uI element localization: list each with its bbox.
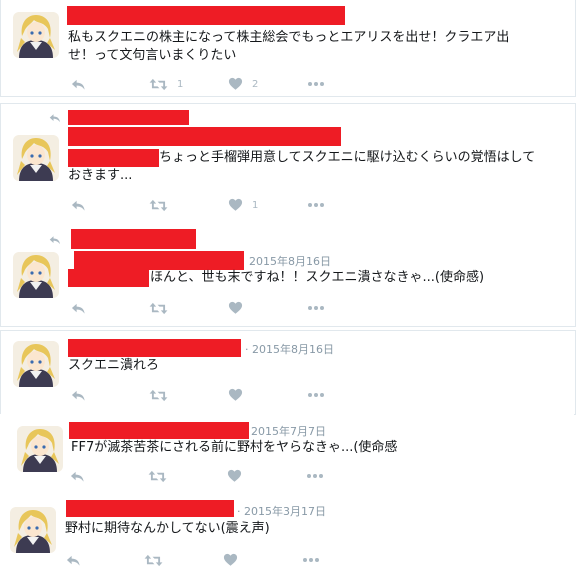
more-icon xyxy=(307,202,325,208)
tweet-text: ほんと、世も末ですね！！スクエニ潰さなきゃ...(使命感) xyxy=(68,269,484,287)
reply-button[interactable] xyxy=(71,197,86,213)
redacted-username xyxy=(68,127,341,146)
retweet-icon xyxy=(149,77,168,92)
tweet-actions xyxy=(70,468,330,484)
more-icon xyxy=(302,557,320,563)
tweet-actions: 1 2 xyxy=(71,76,331,92)
redacted-username xyxy=(71,229,196,249)
retweet-button[interactable] xyxy=(144,552,172,568)
tweet-text: 私もスクエニの株主になって株主総会でもっとエアリスを出せ！クラエア出 せ！って文… xyxy=(68,29,509,65)
tweet-text: FF7が滅茶苦茶にされる前に野村をヤらなきゃ...(使命感 xyxy=(71,439,397,457)
tweet-actions: 1 xyxy=(71,197,331,213)
like-button[interactable] xyxy=(228,387,252,403)
tweet-card[interactable]: · 2015年8月16日 スクエニ潰れろ xyxy=(0,330,576,415)
tweet-text: 野村に期待なんかしてない(震え声) xyxy=(65,520,270,538)
avatar[interactable] xyxy=(17,426,63,472)
more-icon xyxy=(306,473,324,479)
tweet-text-line: おきます... xyxy=(68,168,133,183)
avatar[interactable] xyxy=(13,252,59,298)
reply-indicator-icon xyxy=(48,112,62,124)
avatar[interactable] xyxy=(10,507,56,553)
more-icon xyxy=(307,392,325,398)
retweet-button[interactable] xyxy=(149,300,177,316)
redacted-username xyxy=(68,110,189,125)
reply-icon xyxy=(71,301,86,316)
reply-icon xyxy=(71,198,86,213)
retweet-icon xyxy=(148,469,167,484)
like-button[interactable]: 2 xyxy=(228,76,258,92)
retweet-button[interactable] xyxy=(149,387,177,403)
redacted-username xyxy=(68,339,241,357)
like-button[interactable] xyxy=(228,300,252,316)
tweet-text: ちょっと手榴弾用意してスクエニに駆け込むくらいの覚悟はして おきます... xyxy=(68,149,535,185)
tweet-date[interactable]: 2015年7月7日 xyxy=(251,423,326,439)
tweet-actions xyxy=(71,387,331,403)
avatar[interactable] xyxy=(13,135,59,181)
tweet-card[interactable]: · 2015年3月17日 野村に期待なんかしてない(震え声) xyxy=(0,496,574,582)
retweet-icon xyxy=(144,553,163,568)
tweet-text-line: 野村に期待なんかしてない(震え声) xyxy=(65,521,270,536)
retweet-button[interactable]: 1 xyxy=(149,76,183,92)
redacted-username xyxy=(67,6,345,25)
more-icon xyxy=(307,81,325,87)
retweet-icon xyxy=(149,198,168,213)
reply-button[interactable] xyxy=(70,468,85,484)
like-icon xyxy=(227,469,242,483)
more-button[interactable] xyxy=(307,300,325,316)
tweet-card[interactable]: 私もスクエニの株主になって株主総会でもっとエアリスを出せ！クラエア出 せ！って文… xyxy=(0,0,576,97)
retweet-count: 1 xyxy=(177,78,184,90)
reply-icon xyxy=(71,388,86,403)
more-button[interactable] xyxy=(306,468,324,484)
tweet-date[interactable]: · 2015年3月17日 xyxy=(237,503,326,519)
like-button[interactable] xyxy=(227,468,251,484)
tweet-actions xyxy=(66,552,326,568)
like-button[interactable] xyxy=(223,552,247,568)
tweet-text-line: ちょっと手榴弾用意してスクエニに駆け込むくらいの覚悟はして xyxy=(159,150,536,165)
tweet-date[interactable]: · 2015年8月16日 xyxy=(245,341,334,357)
tweet-text-line: FF7が滅茶苦茶にされる前に野村をヤらなきゃ...(使命感 xyxy=(71,440,398,455)
tweet-text-line: スクエニ潰れろ xyxy=(68,358,160,373)
reply-button[interactable] xyxy=(71,76,86,92)
more-button[interactable] xyxy=(302,552,320,568)
retweet-button[interactable] xyxy=(149,197,177,213)
avatar[interactable] xyxy=(13,12,59,58)
more-button[interactable] xyxy=(307,197,325,213)
like-icon xyxy=(228,77,243,91)
reply-icon xyxy=(70,469,85,484)
redacted-username xyxy=(66,500,234,517)
more-button[interactable] xyxy=(307,76,325,92)
like-icon xyxy=(223,553,238,567)
avatar[interactable] xyxy=(13,341,59,387)
like-icon xyxy=(228,301,243,315)
like-icon xyxy=(228,198,243,212)
redacted-username xyxy=(69,422,249,439)
tweet-text: スクエニ潰れろ xyxy=(68,357,159,375)
reply-button[interactable] xyxy=(66,552,81,568)
like-count: 2 xyxy=(252,78,259,90)
tweet-text-line: せ！って文句言いまくりたい xyxy=(68,48,237,63)
tweet-card[interactable]: 2015年7月7日 FF7が滅茶苦茶にされる前に野村をヤらなきゃ...(使命感 xyxy=(0,414,574,496)
retweet-button[interactable] xyxy=(148,468,176,484)
tweet-actions xyxy=(71,300,331,316)
reply-button[interactable] xyxy=(71,387,86,403)
like-count: 1 xyxy=(252,199,259,211)
more-button[interactable] xyxy=(307,387,325,403)
like-icon xyxy=(228,388,243,402)
retweet-icon xyxy=(149,388,168,403)
more-icon xyxy=(307,305,325,311)
reply-button[interactable] xyxy=(71,300,86,316)
tweet-text-line: 私もスクエニの株主になって株主総会でもっとエアリスを出せ！クラエア出 xyxy=(68,30,510,45)
tweet-date[interactable]: 2015年8月16日 xyxy=(249,253,331,269)
tweet-card[interactable]: 2015年8月16日 ほんと、世も末ですね！！スクエニ潰さなきゃ...(使命感) xyxy=(0,222,576,327)
like-button[interactable]: 1 xyxy=(228,197,258,213)
reply-icon xyxy=(71,77,86,92)
retweet-icon xyxy=(149,301,168,316)
tweet-card[interactable]: ちょっと手榴弾用意してスクエニに駆け込むくらいの覚悟はして おきます... 1 xyxy=(0,103,576,223)
tweet-text-line: ほんと、世も末ですね！！スクエニ潰さなきゃ...(使命感) xyxy=(150,270,485,285)
redacted-username xyxy=(74,251,244,270)
reply-icon xyxy=(66,553,81,568)
reply-indicator-icon xyxy=(48,234,62,246)
